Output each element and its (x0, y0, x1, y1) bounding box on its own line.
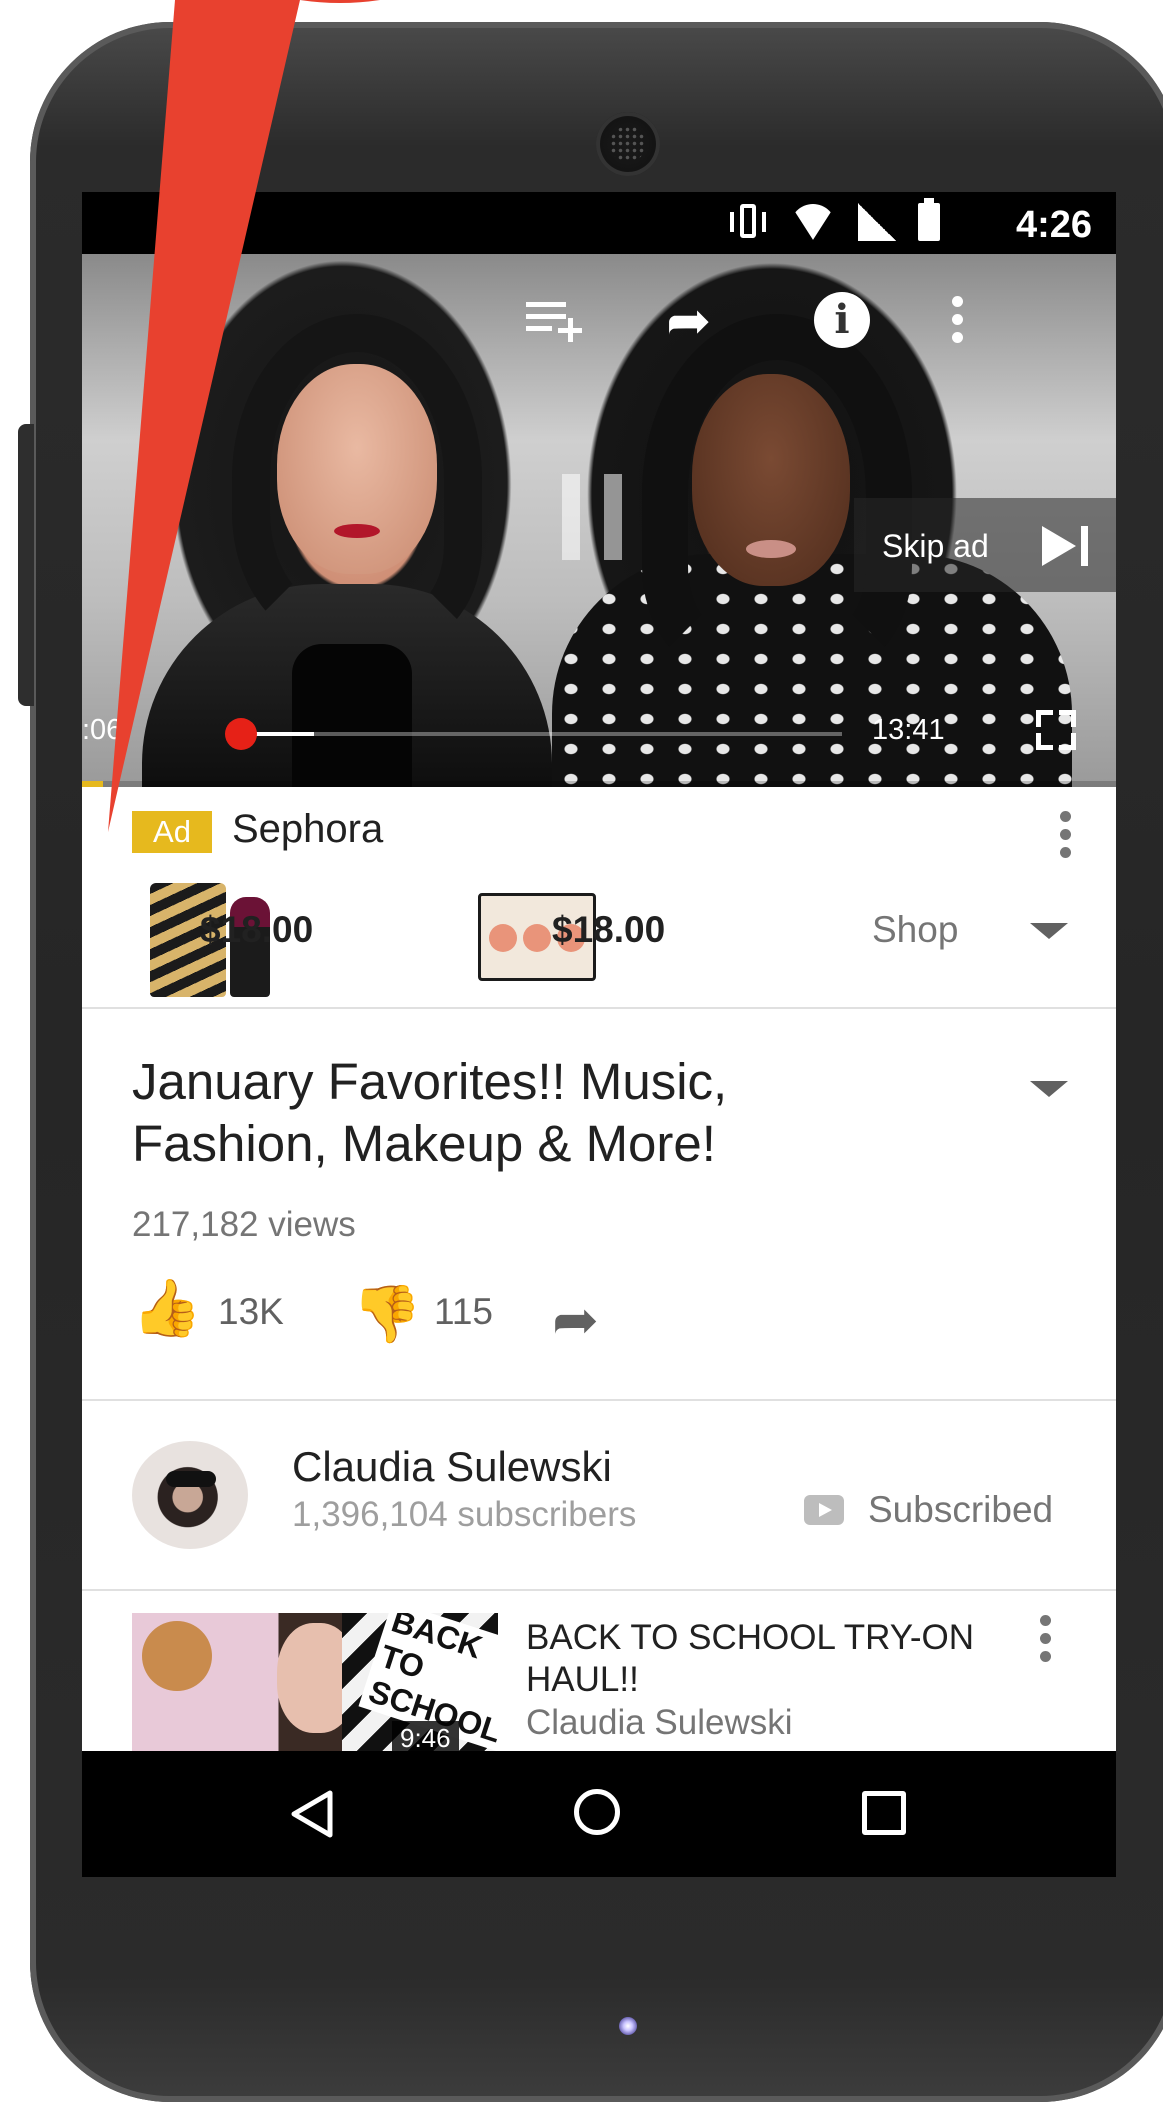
youtube-subscribe-icon[interactable] (804, 1495, 844, 1525)
info-icon[interactable]: i (814, 292, 870, 348)
skip-ad-label: Skip ad (882, 528, 989, 564)
video-thumbnail[interactable]: BACK TO SCHOOL 9:46 (132, 1613, 498, 1751)
ad-brand-name[interactable]: Sephora (232, 807, 383, 852)
power-button (18, 424, 34, 706)
android-nav-bar (82, 1751, 1116, 1877)
ad-badge: Ad (132, 811, 212, 853)
wifi-icon (790, 204, 836, 240)
shop-button[interactable]: Shop (872, 909, 958, 951)
subscribed-button[interactable]: Subscribed (868, 1489, 1053, 1531)
skip-ad-button[interactable]: Skip ad (854, 498, 1116, 592)
home-icon[interactable] (574, 1789, 620, 1835)
fullscreen-icon[interactable] (1036, 710, 1076, 750)
vibrate-icon (728, 202, 768, 242)
seek-bar[interactable] (242, 732, 842, 736)
product-price[interactable]: $18.00 (200, 909, 313, 951)
seek-knob[interactable] (225, 718, 257, 750)
avatar[interactable] (132, 1441, 248, 1549)
monkey-emoji-icon (142, 1621, 212, 1691)
more-vert-icon[interactable] (952, 296, 964, 344)
list-item[interactable]: BACK TO SCHOOL 9:46 BACK TO SCHOOL TRY-O… (82, 1591, 1116, 1751)
ad-panel: Ad Sephora $18.00 $18.00 Shop (82, 787, 1116, 1009)
product-price[interactable]: $18.00 (552, 909, 665, 951)
channel-name[interactable]: Claudia Sulewski (292, 1443, 612, 1491)
skip-next-icon (1042, 526, 1088, 566)
share-icon[interactable]: ➦ (552, 1287, 599, 1353)
recommended-channel: Claudia Sulewski (526, 1703, 793, 1742)
notification-led (619, 2017, 637, 2035)
ad-more-vert-icon[interactable] (1060, 811, 1072, 859)
pause-icon[interactable] (562, 474, 622, 560)
view-count: 217,182 views (132, 1205, 356, 1244)
share-icon[interactable]: ➦ (666, 294, 711, 348)
cell-signal-icon (858, 203, 896, 241)
thumb-down-icon[interactable]: 👎 (352, 1281, 422, 1347)
battery-icon (918, 198, 940, 241)
back-icon[interactable] (288, 1789, 336, 1839)
status-bar: 4:26 (82, 192, 1116, 254)
earpiece-speaker (596, 112, 660, 176)
video-duration: 9:46 (392, 1721, 459, 1751)
channel-row[interactable]: Claudia Sulewski 1,396,104 subscribers S… (82, 1401, 1116, 1591)
elapsed-time: :06 (82, 714, 123, 746)
dislike-count: 115 (434, 1291, 493, 1332)
recommended-title[interactable]: BACK TO SCHOOL TRY-ON HAUL!! (526, 1617, 1006, 1701)
video-title: January Favorites!! Music, Fashion, Make… (132, 1053, 728, 1172)
screen: 4:26 ➦ i Skip ad :06 13:41 Ad Sephora $1… (82, 192, 1116, 1877)
recent-apps-icon[interactable] (862, 1791, 906, 1835)
video-player[interactable]: ➦ i Skip ad :06 13:41 (82, 254, 1116, 787)
expand-description-icon[interactable] (1030, 1081, 1068, 1097)
status-time: 4:26 (1015, 204, 1092, 246)
like-count: 13K (218, 1291, 284, 1332)
video-details: January Favorites!! Music, Fashion, Make… (82, 1009, 1116, 1401)
add-to-queue-icon[interactable] (526, 296, 584, 342)
total-time: 13:41 (872, 714, 945, 746)
chevron-down-icon[interactable] (1030, 923, 1068, 939)
more-vert-icon[interactable] (1040, 1615, 1052, 1663)
thumb-up-icon[interactable]: 👍 (132, 1275, 202, 1341)
subscriber-count: 1,396,104 subscribers (292, 1495, 637, 1534)
video-frame-person-left (277, 364, 437, 574)
